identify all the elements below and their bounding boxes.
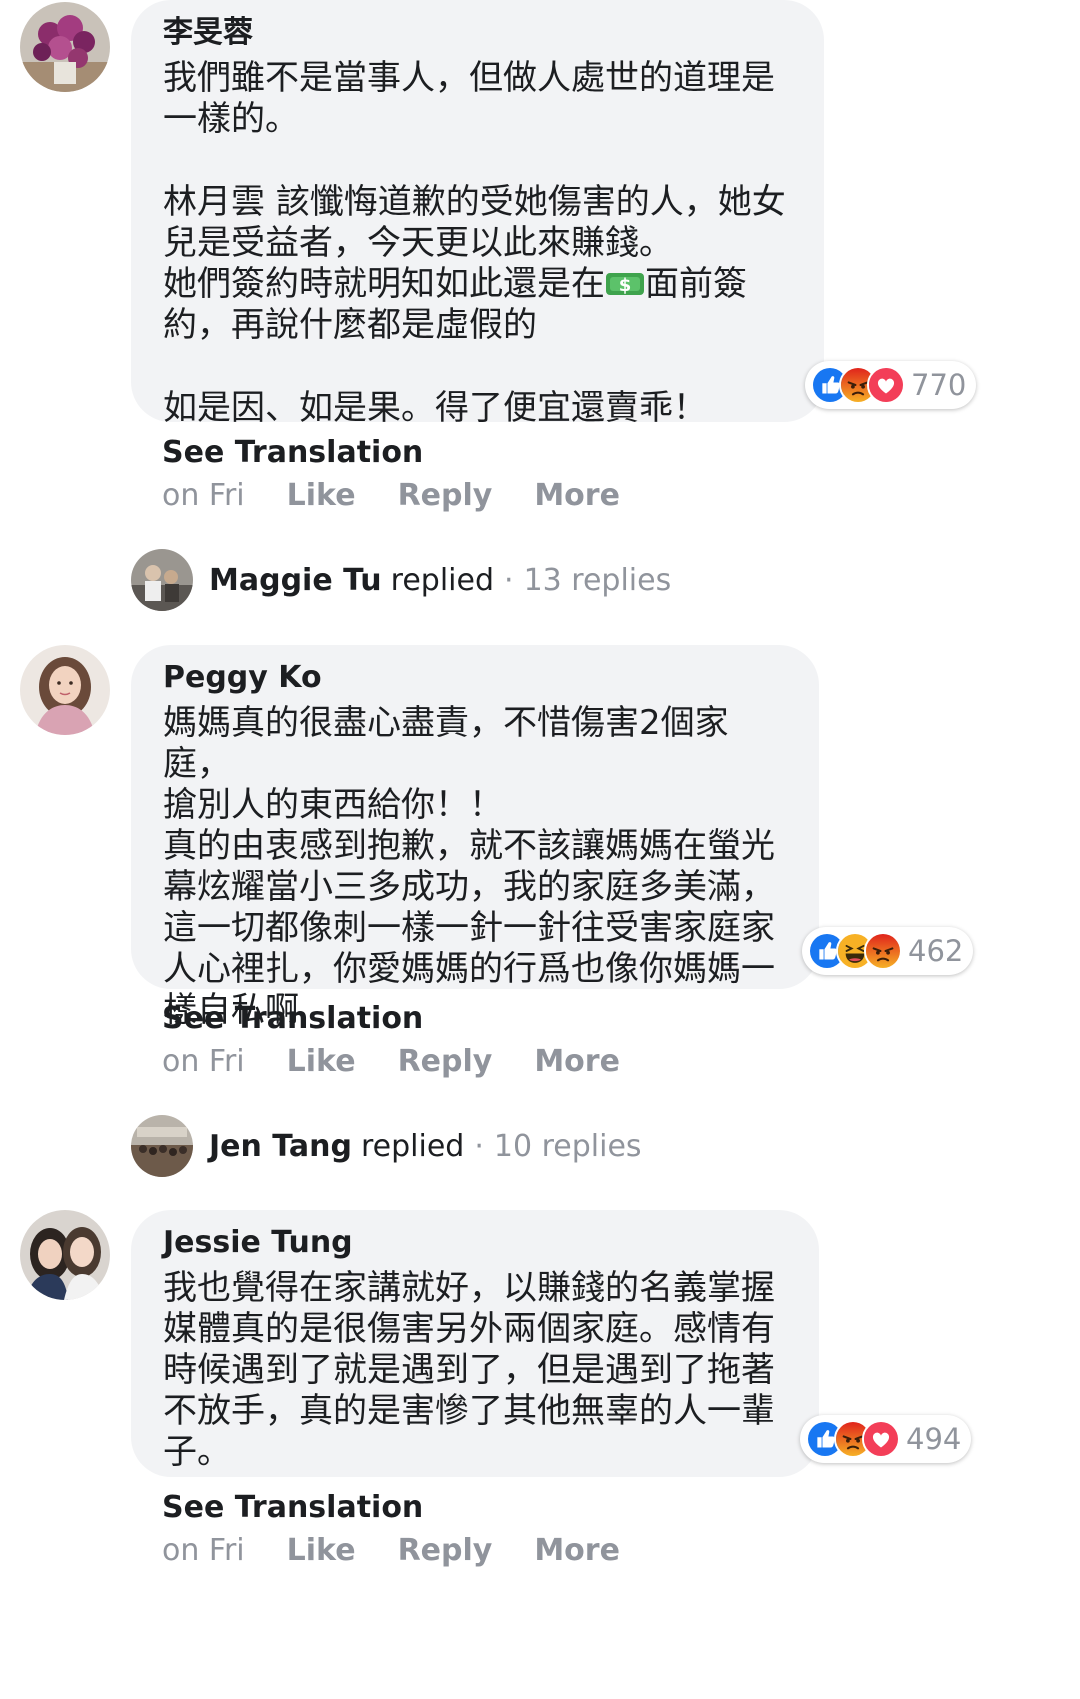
comment-text: 林月雲 該懺悔道歉的受她傷害的人，她女 兒是受益者，今天更以此來賺錢。 她們簽約… (163, 182, 794, 346)
comment-bubble: Jessie Tung 我也覺得在家講就好，以賺錢的名義掌握 媒體真的是很傷害另… (131, 1210, 819, 1477)
avatar[interactable] (20, 645, 110, 735)
see-translation-link[interactable]: See Translation (162, 1001, 423, 1036)
comment-actions: on Fri Like Reply More (162, 1533, 662, 1568)
comment-actions: on Fri Like Reply More (162, 1044, 662, 1079)
replies-link[interactable]: Jen Tang replied · 10 replies (131, 1115, 642, 1177)
avatar (131, 1115, 193, 1177)
more-button[interactable]: More (534, 1533, 620, 1568)
reaction-count: 462 (908, 934, 964, 968)
reply-verb: replied (390, 562, 495, 598)
avatar[interactable] (20, 2, 110, 92)
comment-text: 如是因、如是果。得了便宜還賣乖！ (163, 388, 707, 428)
heart-icon (867, 366, 905, 404)
reply-count: 13 replies (523, 562, 672, 598)
angry-face-icon (864, 932, 902, 970)
see-translation-link[interactable]: See Translation (162, 435, 423, 470)
reply-author: Jen Tang (209, 1128, 352, 1164)
comment-bubble: 李旻蓉 我們雖不是當事人，但做人處世的道理是 一樣的。 林月雲 該懺悔道歉的受她… (131, 0, 824, 428)
heart-icon (862, 1420, 900, 1458)
comment-text: 我們雖不是當事人，但做人處世的道理是 一樣的。 (163, 58, 775, 139)
comment-author[interactable]: Jessie Tung (163, 1224, 789, 1262)
reaction-count: 494 (906, 1422, 962, 1456)
timestamp[interactable]: on Fri (162, 478, 245, 513)
comment-author[interactable]: Peggy Ko (163, 659, 789, 697)
reply-verb: replied (360, 1128, 465, 1164)
reply-button[interactable]: Reply (398, 1044, 493, 1079)
timestamp[interactable]: on Fri (162, 1044, 245, 1079)
separator-dot: · (474, 1128, 484, 1164)
more-button[interactable]: More (534, 1044, 620, 1079)
comment-text: 媽媽真的很盡心盡責，不惜傷害2個家庭， 搶別人的東西給你！！ 真的由衷感到抱歉，… (163, 703, 775, 1030)
comment-text: 我也覺得在家講就好，以賺錢的名義掌握 媒體真的是很傷害另外兩個家庭。感情有 時候… (163, 1268, 775, 1472)
reaction-count: 770 (911, 368, 967, 402)
like-button[interactable]: Like (287, 1533, 356, 1568)
reply-count: 10 replies (493, 1128, 642, 1164)
comment-bubble: Peggy Ko 媽媽真的很盡心盡責，不惜傷害2個家庭， 搶別人的東西給你！！ … (131, 645, 819, 1030)
reactions-summary[interactable]: 494 (800, 1415, 972, 1463)
reply-button[interactable]: Reply (398, 1533, 493, 1568)
like-button[interactable]: Like (287, 1044, 356, 1079)
reactions-summary[interactable]: 770 (805, 361, 977, 409)
separator-dot: · (504, 562, 514, 598)
reply-author: Maggie Tu (209, 562, 382, 598)
comment-actions: on Fri Like Reply More (162, 478, 662, 513)
timestamp[interactable]: on Fri (162, 1533, 245, 1568)
comment-author[interactable]: 李旻蓉 (163, 14, 794, 52)
replies-link[interactable]: Maggie Tu replied · 13 replies (131, 549, 671, 611)
avatar (131, 549, 193, 611)
money-emoji-icon: $ (606, 273, 644, 296)
svg-text:$: $ (619, 275, 632, 296)
more-button[interactable]: More (534, 478, 620, 513)
reply-button[interactable]: Reply (398, 478, 493, 513)
avatar[interactable] (20, 1210, 110, 1300)
like-button[interactable]: Like (287, 478, 356, 513)
see-translation-link[interactable]: See Translation (162, 1490, 423, 1525)
reactions-summary[interactable]: 462 (802, 927, 974, 975)
